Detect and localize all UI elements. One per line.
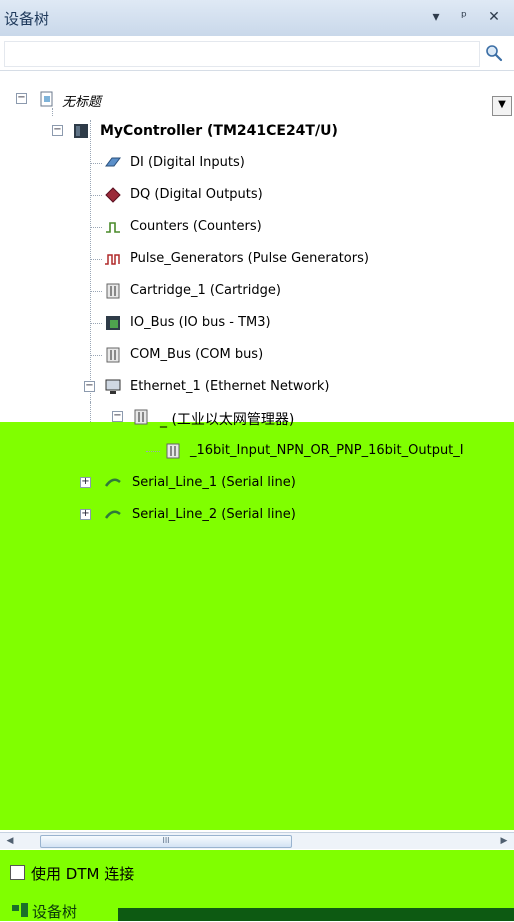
counter-icon <box>106 222 120 233</box>
bottom-panel: 使用 DTM 连接 设备树 <box>0 850 514 921</box>
tree-controller[interactable]: − MyController (TM241CE24T/U) <box>0 120 514 142</box>
search-icon[interactable] <box>485 44 503 62</box>
tree-item-serial-line-2[interactable]: + Serial_Line_2 (Serial line) <box>0 504 514 526</box>
tree-controller-label: MyController (TM241CE24T/U) <box>100 123 338 139</box>
panel-title: 设备树 <box>4 10 50 28</box>
digital-output-icon <box>105 187 121 203</box>
tree-item-label: _ (工业以太网管理器) <box>160 412 295 428</box>
digital-input-icon <box>105 157 121 167</box>
footer-band <box>118 908 514 921</box>
io-bus-icon <box>106 316 120 330</box>
tree-item-label: IO_Bus (IO bus - TM3) <box>130 315 271 330</box>
tree-item-pulse-generators[interactable]: Pulse_Generators (Pulse Generators) <box>0 248 514 270</box>
tree-item-label: Counters (Counters) <box>130 219 262 234</box>
module-icon <box>106 347 120 363</box>
search-input[interactable] <box>4 41 480 67</box>
collapse-icon[interactable]: − <box>16 93 27 104</box>
device-tree-icon <box>12 903 28 917</box>
expand-icon[interactable]: + <box>80 477 91 488</box>
tree-item-io-module[interactable]: _16bit_Input_NPN_OR_PNP_16bit_Output_I <box>0 440 514 462</box>
tree-dropdown-button[interactable]: ▼ <box>492 96 512 116</box>
tree-item-label: Pulse_Generators (Pulse Generators) <box>130 251 369 266</box>
tree-root[interactable]: − 无标题 ▼ <box>0 88 514 116</box>
collapse-icon[interactable]: − <box>112 411 123 422</box>
project-icon <box>40 91 53 107</box>
tree-item-label: Serial_Line_2 (Serial line) <box>132 507 296 522</box>
pin-icon[interactable]: ᵖ <box>456 9 472 25</box>
serial-line-icon <box>104 510 121 519</box>
tree-item-com-bus[interactable]: COM_Bus (COM bus) <box>0 344 514 366</box>
use-dtm-checkbox[interactable] <box>10 865 25 880</box>
tree-item-dq[interactable]: DQ (Digital Outputs) <box>0 184 514 206</box>
horizontal-scrollbar[interactable]: ◀ III ▶ <box>0 832 514 849</box>
scroll-right-icon[interactable]: ▶ <box>496 833 512 849</box>
pulse-generator-icon <box>105 254 120 265</box>
tree-item-label: Ethernet_1 (Ethernet Network) <box>130 379 330 394</box>
module-icon <box>134 409 148 425</box>
tree-item-serial-line-1[interactable]: + Serial_Line_1 (Serial line) <box>0 472 514 494</box>
tree-item-industrial-ethernet[interactable]: − _ (工业以太网管理器) <box>0 406 514 428</box>
tree-item-cartridge[interactable]: Cartridge_1 (Cartridge) <box>0 280 514 302</box>
search-bar <box>0 36 514 71</box>
collapse-icon[interactable]: − <box>84 381 95 392</box>
panel-titlebar: 设备树 ▾ ᵖ ✕ <box>0 0 514 37</box>
module-icon <box>166 443 180 459</box>
module-icon <box>106 283 120 299</box>
tree-root-label: 无标题 <box>62 95 102 110</box>
collapse-icon[interactable]: − <box>52 125 63 136</box>
tree-item-label: COM_Bus (COM bus) <box>130 347 264 362</box>
scrollbar-thumb[interactable]: III <box>40 835 292 848</box>
serial-line-icon <box>104 478 121 487</box>
tree-item-label: DI (Digital Inputs) <box>130 155 245 170</box>
tab-label: 设备树 <box>32 903 78 921</box>
close-icon[interactable]: ✕ <box>486 9 502 25</box>
tree-item-label: Cartridge_1 (Cartridge) <box>130 283 281 298</box>
tree-item-io-bus[interactable]: IO_Bus (IO bus - TM3) <box>0 312 514 334</box>
controller-icon <box>74 124 88 138</box>
tree-item-label: Serial_Line_1 (Serial line) <box>132 475 296 490</box>
expand-icon[interactable]: + <box>80 509 91 520</box>
tree-item-counters[interactable]: Counters (Counters) <box>0 216 514 238</box>
tree-item-label: DQ (Digital Outputs) <box>130 187 263 202</box>
tree-item-ethernet[interactable]: − Ethernet_1 (Ethernet Network) <box>0 376 514 398</box>
network-icon <box>105 379 121 394</box>
tree-item-di[interactable]: DI (Digital Inputs) <box>0 152 514 174</box>
scroll-left-icon[interactable]: ◀ <box>2 833 18 849</box>
device-tree: − 无标题 ▼ − MyController (TM241CE24T/U) DI… <box>0 80 514 830</box>
tree-item-label: _16bit_Input_NPN_OR_PNP_16bit_Output_I <box>190 443 464 458</box>
dtm-option[interactable]: 使用 DTM 连接 <box>0 862 514 884</box>
use-dtm-label: 使用 DTM 连接 <box>31 865 135 883</box>
chevron-down-icon[interactable]: ▾ <box>428 9 444 25</box>
